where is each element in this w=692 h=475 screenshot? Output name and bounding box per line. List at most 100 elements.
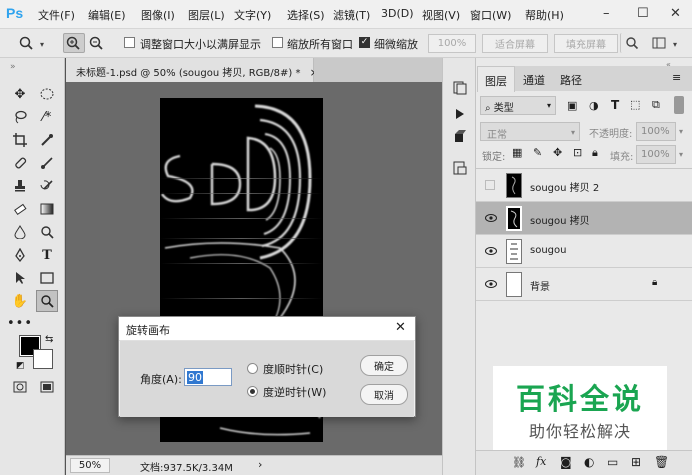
eye-icon[interactable]: [485, 213, 497, 223]
cancel-button[interactable]: 取消: [360, 384, 408, 405]
gradient-tool-icon[interactable]: [36, 198, 58, 220]
menu-select[interactable]: 选择(S): [287, 7, 325, 23]
actions-play-icon[interactable]: [450, 104, 470, 124]
resize-windows-checkbox[interactable]: [124, 37, 135, 48]
eye-icon[interactable]: [485, 246, 497, 256]
maximize-button[interactable]: ☐: [637, 6, 649, 21]
filter-type-icon[interactable]: T: [611, 98, 619, 112]
layer-row[interactable]: sougou: [476, 235, 692, 268]
fill-screen-button[interactable]: 填充屏幕: [554, 34, 618, 53]
fx-icon[interactable]: fx: [536, 455, 546, 468]
lasso-tool-icon[interactable]: [9, 106, 31, 128]
adjustment-layer-icon[interactable]: ◐: [584, 455, 594, 469]
blend-mode-dropdown[interactable]: 正常 ▾: [480, 122, 580, 141]
close-window-button[interactable]: ✕: [670, 6, 681, 21]
tab-layers[interactable]: 图层: [477, 66, 515, 92]
dialog-close-icon[interactable]: ✕: [395, 320, 406, 335]
zoom-level-field[interactable]: 50%: [70, 458, 110, 473]
filter-smart-object-icon[interactable]: ⧉: [652, 98, 660, 112]
scrubby-zoom-checkbox[interactable]: ✓: [359, 37, 370, 48]
menu-type[interactable]: 文字(Y): [234, 7, 271, 23]
type-tool-icon[interactable]: T: [36, 244, 58, 266]
workspace-button[interactable]: [648, 33, 670, 53]
lock-position-icon[interactable]: ✥: [553, 146, 562, 159]
path-selection-tool-icon[interactable]: [9, 267, 31, 289]
layer-row-selected[interactable]: sougou 拷贝: [476, 202, 692, 235]
filter-adjustment-icon[interactable]: ◑: [589, 99, 599, 112]
search-button[interactable]: [620, 33, 642, 53]
menu-image[interactable]: 图像(I): [141, 7, 175, 23]
status-menu-arrow-icon[interactable]: ›: [258, 458, 262, 471]
lock-artboard-icon[interactable]: ⊡: [573, 146, 582, 159]
menu-view[interactable]: 视图(V): [422, 7, 460, 23]
menu-layer[interactable]: 图层(L): [188, 7, 225, 23]
menu-window[interactable]: 窗口(W): [470, 7, 511, 23]
fill-field[interactable]: 100%: [636, 145, 676, 164]
add-mask-icon[interactable]: ◙: [560, 455, 572, 469]
clockwise-radio[interactable]: [247, 363, 258, 374]
layer-row[interactable]: 背景 🔒︎: [476, 268, 692, 301]
menu-edit[interactable]: 编辑(E): [88, 7, 126, 23]
rectangle-tool-icon[interactable]: [36, 267, 58, 289]
menu-3d[interactable]: 3D(D): [381, 7, 414, 20]
ok-button[interactable]: 确定: [360, 355, 408, 376]
zoom-tool-icon[interactable]: [36, 290, 58, 312]
group-folder-icon[interactable]: ▭: [607, 455, 618, 469]
pen-tool-icon[interactable]: [9, 244, 31, 266]
menu-filter[interactable]: 滤镜(T): [333, 7, 370, 23]
minimize-button[interactable]: –: [603, 6, 610, 21]
eye-icon[interactable]: [485, 279, 497, 289]
blur-tool-icon[interactable]: [9, 221, 31, 243]
lock-pixels-icon[interactable]: ✎: [533, 146, 542, 159]
zoom-all-windows-checkbox[interactable]: [272, 37, 283, 48]
tab-paths[interactable]: 路径: [553, 66, 589, 91]
crop-tool-icon[interactable]: [9, 129, 31, 151]
history-brush-tool-icon[interactable]: [36, 175, 58, 197]
opacity-dropdown-icon[interactable]: ▾: [679, 127, 683, 136]
tab-channels[interactable]: 通道: [515, 66, 553, 91]
document-tab[interactable]: 未标题-1.psd @ 50% (sougou 拷贝, RGB/8#) * ×: [66, 58, 319, 82]
panel-menu-icon[interactable]: ≡: [672, 71, 681, 84]
zoom-in-button[interactable]: [63, 33, 85, 53]
screen-mode-icon[interactable]: [36, 376, 58, 398]
menu-file[interactable]: 文件(F): [38, 7, 75, 23]
dodge-tool-icon[interactable]: [36, 221, 58, 243]
angle-input[interactable]: 90: [184, 368, 232, 386]
zoom-out-button[interactable]: [86, 33, 108, 53]
clone-stamp-tool-icon[interactable]: [9, 175, 31, 197]
move-tool-icon[interactable]: ✥: [9, 83, 31, 105]
3d-panel-icon[interactable]: [450, 126, 470, 146]
ellipse-marquee-tool-icon[interactable]: [36, 83, 58, 105]
swap-colors-icon[interactable]: ⇆: [45, 334, 53, 345]
actual-pixels-button[interactable]: 100%: [428, 34, 476, 53]
lock-all-icon[interactable]: 🔒︎: [592, 146, 598, 160]
default-colors-icon[interactable]: ◩: [16, 361, 25, 371]
filter-shape-icon[interactable]: ⬚: [630, 98, 640, 111]
filter-pixel-icon[interactable]: ▣: [567, 99, 577, 112]
magic-wand-tool-icon[interactable]: ⁄*: [36, 106, 58, 128]
background-color-swatch[interactable]: [33, 349, 53, 369]
counterclockwise-radio[interactable]: [247, 386, 258, 397]
toolbox-collapse-icon[interactable]: »: [10, 62, 16, 72]
eraser-tool-icon[interactable]: [9, 198, 31, 220]
layer-filter-dropdown[interactable]: ⌕ 类型 ▾: [480, 96, 556, 115]
visibility-toggle-off[interactable]: [485, 180, 495, 190]
menu-help[interactable]: 帮助(H): [525, 7, 564, 23]
filter-toggle-switch[interactable]: [674, 96, 684, 114]
trash-icon[interactable]: 🗑︎: [654, 455, 669, 469]
fill-dropdown-icon[interactable]: ▾: [679, 150, 683, 159]
link-layers-icon[interactable]: ⛓︎: [512, 456, 526, 469]
layer-row[interactable]: sougou 拷贝 2: [476, 169, 692, 202]
brush-tool-icon[interactable]: [36, 152, 58, 174]
quick-mask-icon[interactable]: [9, 376, 31, 398]
history-panel-icon[interactable]: [450, 78, 470, 98]
new-layer-icon[interactable]: ⊞: [631, 455, 641, 469]
lock-transparent-icon[interactable]: ▦: [512, 146, 522, 159]
zoom-tool-preset-button[interactable]: [16, 33, 38, 53]
edit-toolbar-icon[interactable]: •••: [7, 312, 32, 334]
healing-brush-tool-icon[interactable]: [9, 152, 31, 174]
eyedropper-tool-icon[interactable]: [36, 129, 58, 151]
fit-screen-button[interactable]: 适合屏幕: [482, 34, 548, 53]
opacity-field[interactable]: 100%: [636, 122, 676, 141]
properties-panel-icon[interactable]: [450, 158, 470, 178]
